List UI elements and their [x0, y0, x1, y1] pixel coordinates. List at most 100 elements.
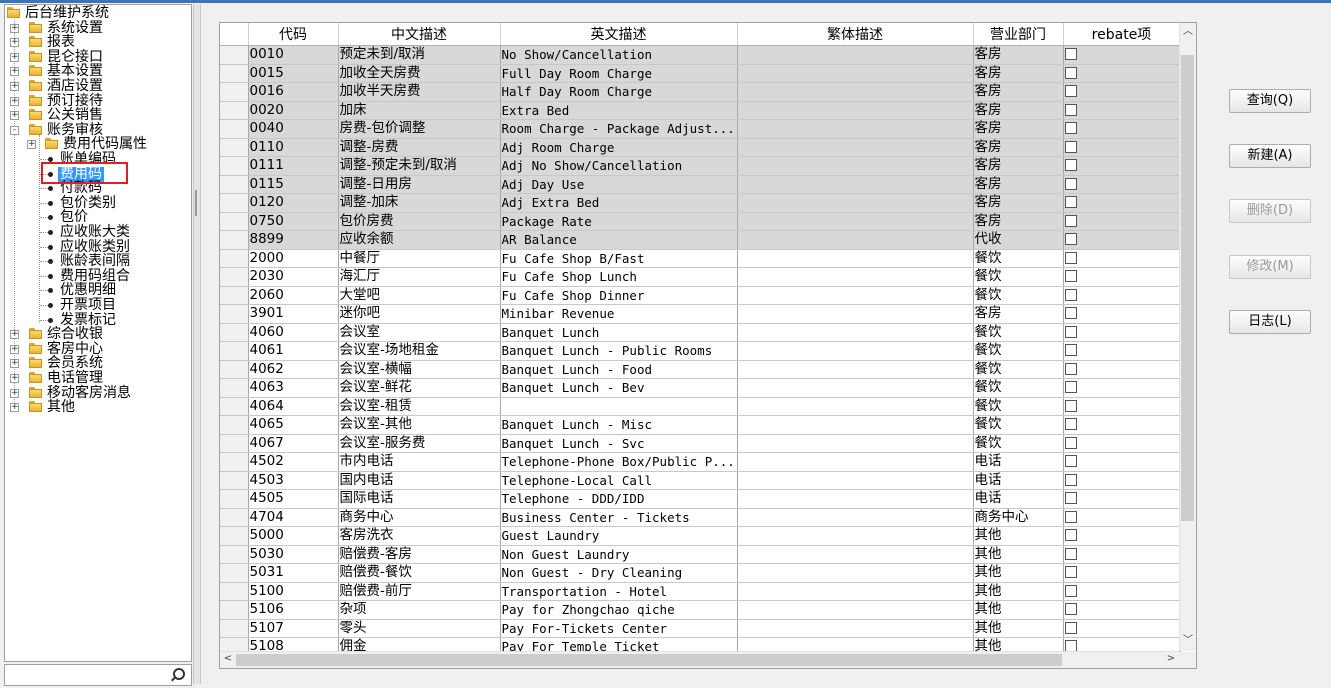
cell-code[interactable]: 0015: [248, 64, 339, 83]
table-row[interactable]: 0120 调整-加床 Adj Extra Bed 客房: [220, 193, 1181, 213]
cell-traditional-desc[interactable]: [737, 304, 974, 324]
cell-department[interactable]: 餐饮: [973, 434, 1064, 453]
tree-item[interactable]: + 公关销售: [5, 108, 189, 123]
rebate-checkbox[interactable]: [1064, 140, 1077, 153]
cell-traditional-desc[interactable]: [737, 193, 974, 213]
table-row[interactable]: 5100 赔偿费-前厅 Transportation - Hotel 其他: [220, 582, 1181, 601]
cell-department[interactable]: 餐饮: [973, 360, 1064, 379]
column-header-english-desc[interactable]: 英文描述: [500, 23, 738, 46]
cell-department[interactable]: 餐饮: [973, 267, 1064, 287]
cell-department[interactable]: 其他: [973, 600, 1064, 620]
cell-chinese-desc[interactable]: 调整-加床: [338, 193, 501, 213]
rebate-checkbox[interactable]: [1064, 325, 1077, 338]
cell-code[interactable]: 5107: [248, 619, 339, 638]
cell-rebate[interactable]: [1063, 545, 1181, 564]
rebate-checkbox[interactable]: [1064, 492, 1077, 505]
rebate-checkbox[interactable]: [1064, 270, 1077, 283]
expand-icon[interactable]: +: [10, 359, 19, 369]
cell-code[interactable]: 4505: [248, 489, 339, 509]
cell-code[interactable]: 5030: [248, 545, 339, 564]
scroll-down-icon[interactable]: ﹀: [1181, 635, 1195, 647]
modify-button[interactable]: 修改(M): [1229, 255, 1311, 279]
cell-code[interactable]: 2060: [248, 286, 339, 305]
table-row[interactable]: 2030 海汇厅 Fu Cafe Shop Lunch 餐饮: [220, 267, 1181, 287]
cell-chinese-desc[interactable]: 预定未到/取消: [338, 45, 501, 65]
cell-traditional-desc[interactable]: [737, 360, 974, 379]
cell-chinese-desc[interactable]: 海汇厅: [338, 267, 501, 287]
cell-english-desc[interactable]: Banquet Lunch - Misc: [500, 415, 738, 435]
cell-code[interactable]: 5106: [248, 600, 339, 620]
cell-department[interactable]: 客房: [973, 304, 1064, 324]
cell-rebate[interactable]: [1063, 341, 1181, 361]
expand-icon[interactable]: +: [10, 403, 19, 413]
expand-icon[interactable]: +: [10, 111, 19, 121]
table-row[interactable]: 5030 赔偿费-客房 Non Guest Laundry 其他: [220, 545, 1181, 564]
cell-rebate[interactable]: [1063, 582, 1181, 601]
cell-traditional-desc[interactable]: [737, 545, 974, 564]
expand-icon[interactable]: +: [10, 23, 19, 33]
cell-traditional-desc[interactable]: [737, 582, 974, 601]
cell-traditional-desc[interactable]: [737, 138, 974, 157]
cell-chinese-desc[interactable]: 赔偿费-前厅: [338, 582, 501, 601]
cell-rebate[interactable]: [1063, 82, 1181, 102]
table-row[interactable]: 0020 加床 Extra Bed 客房: [220, 101, 1181, 120]
cell-traditional-desc[interactable]: [737, 64, 974, 83]
tree-item[interactable]: + 系统设置: [5, 20, 189, 36]
cell-department[interactable]: 客房: [973, 212, 1064, 231]
cell-department[interactable]: 客房: [973, 101, 1064, 120]
cell-rebate[interactable]: [1063, 563, 1181, 583]
cell-english-desc[interactable]: Pay For-Tickets Center: [500, 619, 738, 638]
cell-english-desc[interactable]: Banquet Lunch: [500, 323, 738, 342]
cell-department[interactable]: 电话: [973, 471, 1064, 490]
cell-code[interactable]: 4502: [248, 452, 339, 472]
cell-english-desc[interactable]: Banquet Lunch - Svc: [500, 434, 738, 453]
cell-department[interactable]: 代收: [973, 230, 1064, 250]
horizontal-scrollbar[interactable]: < >: [220, 651, 1180, 668]
cell-english-desc[interactable]: Fu Cafe Shop B/Fast: [500, 249, 738, 268]
delete-button[interactable]: 删除(D): [1229, 199, 1311, 223]
cell-english-desc[interactable]: Telephone-Local Call: [500, 471, 738, 490]
cell-english-desc[interactable]: Package Rate: [500, 212, 738, 231]
rebate-checkbox[interactable]: [1064, 66, 1077, 79]
cell-department[interactable]: 餐饮: [973, 415, 1064, 435]
rebate-checkbox[interactable]: [1064, 177, 1077, 190]
rebate-checkbox[interactable]: [1064, 621, 1077, 634]
cell-rebate[interactable]: [1063, 193, 1181, 213]
cell-rebate[interactable]: [1063, 397, 1181, 416]
cell-chinese-desc[interactable]: 应收余额: [338, 230, 501, 250]
cell-rebate[interactable]: [1063, 249, 1181, 268]
cell-traditional-desc[interactable]: [737, 156, 974, 176]
cell-department[interactable]: 其他: [973, 582, 1064, 601]
table-row[interactable]: 0016 加收半天房费 Half Day Room Charge 客房: [220, 82, 1181, 102]
cell-rebate[interactable]: [1063, 119, 1181, 139]
cell-english-desc[interactable]: No Show/Cancellation: [500, 45, 738, 65]
cell-traditional-desc[interactable]: [737, 378, 974, 398]
cell-english-desc[interactable]: Guest Laundry: [500, 526, 738, 546]
rebate-checkbox[interactable]: [1064, 381, 1077, 394]
cell-traditional-desc[interactable]: [737, 397, 974, 416]
cell-department[interactable]: 其他: [973, 545, 1064, 564]
cell-rebate[interactable]: [1063, 489, 1181, 509]
cell-code[interactable]: 0110: [248, 138, 339, 157]
table-row[interactable]: 4060 会议室 Banquet Lunch 餐饮: [220, 323, 1181, 342]
rebate-checkbox[interactable]: [1064, 85, 1077, 98]
cell-chinese-desc[interactable]: 中餐厅: [338, 249, 501, 268]
cell-traditional-desc[interactable]: [737, 323, 974, 342]
cell-chinese-desc[interactable]: 商务中心: [338, 508, 501, 527]
cell-english-desc[interactable]: Banquet Lunch - Food: [500, 360, 738, 379]
cell-chinese-desc[interactable]: 赔偿费-客房: [338, 545, 501, 564]
search-icon[interactable]: [173, 668, 185, 680]
cell-english-desc[interactable]: Fu Cafe Shop Dinner: [500, 286, 738, 305]
rebate-checkbox[interactable]: [1064, 529, 1077, 542]
cell-rebate[interactable]: [1063, 304, 1181, 324]
expand-icon[interactable]: +: [10, 52, 19, 62]
cell-code[interactable]: 0040: [248, 119, 339, 139]
cell-traditional-desc[interactable]: [737, 489, 974, 509]
column-header-department[interactable]: 营业部门: [973, 23, 1064, 46]
cell-chinese-desc[interactable]: 包价房费: [338, 212, 501, 231]
rebate-checkbox[interactable]: [1064, 473, 1077, 486]
collapse-icon[interactable]: -: [10, 125, 19, 135]
cell-department[interactable]: 客房: [973, 175, 1064, 194]
tree-item[interactable]: 后台维护系统: [5, 6, 189, 21]
cell-code[interactable]: 2030: [248, 267, 339, 287]
